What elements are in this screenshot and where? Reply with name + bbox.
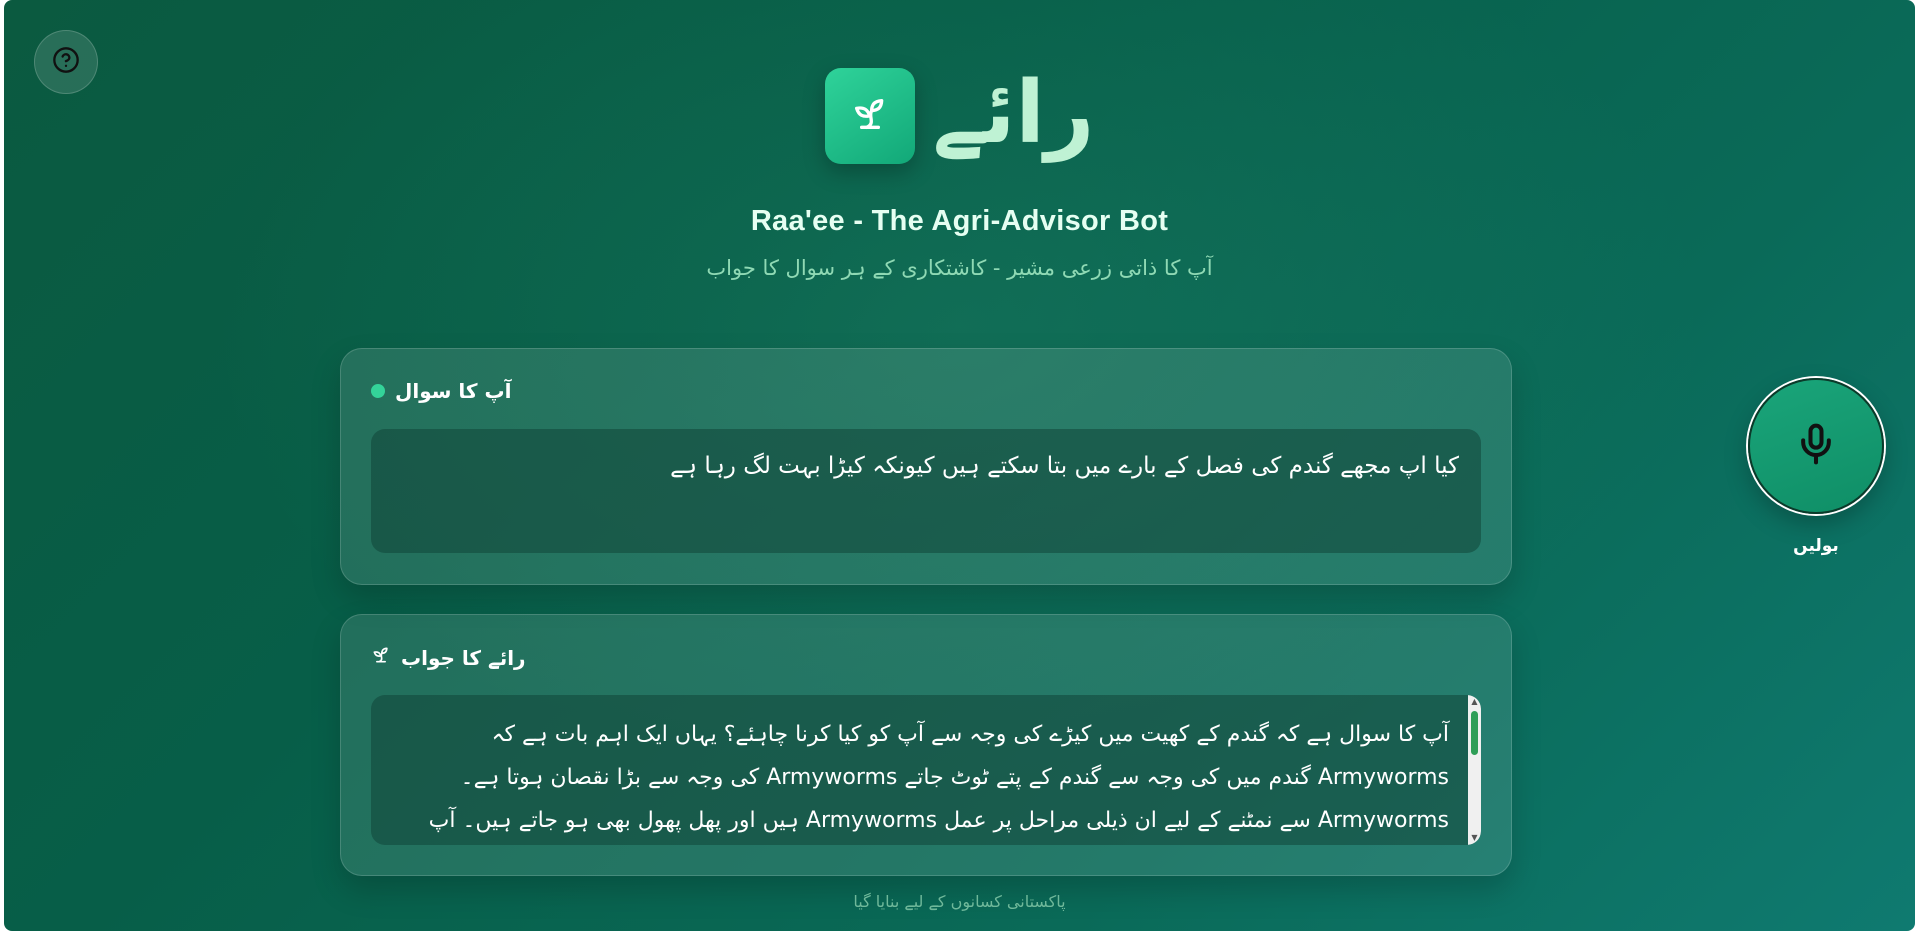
answer-card: رائے کا جواب آپ کا سوال ہے کہ گندم کے کھ… [340, 614, 1512, 876]
answer-box[interactable]: آپ کا سوال ہے کہ گندم کے کھیت میں کیڑے ک… [371, 695, 1481, 845]
question-card: آپ کا سوال کیا اپ مجھے گندم کی فصل کے با… [340, 348, 1512, 585]
logo: رائے [4, 68, 1915, 164]
microphone-icon [1794, 419, 1838, 473]
page-subtitle: آپ کا ذاتی زرعی مشیر - کاشتکاری کے ہر سو… [706, 256, 1213, 280]
scroll-up-arrow[interactable]: ▲ [1468, 696, 1481, 708]
answer-text: آپ کا سوال ہے کہ گندم کے کھیت میں کیڑے ک… [428, 722, 1449, 833]
app-window: رائے Raa'ee - The Agri-Advisor Bot آپ کا… [4, 0, 1915, 931]
question-text: کیا اپ مجھے گندم کی فصل کے بارے میں بتا … [670, 453, 1459, 479]
logo-tile [824, 68, 915, 164]
mic-button[interactable] [1748, 378, 1884, 514]
answer-scrollbar[interactable]: ▲ ▼ [1468, 695, 1481, 845]
logo-text: رائے [932, 63, 1095, 163]
page-title: Raa'ee - The Agri-Advisor Bot [750, 205, 1169, 237]
answer-card-label: رائے کا جواب [401, 645, 526, 670]
question-card-label: آپ کا سوال [395, 379, 512, 403]
status-dot-icon [371, 384, 385, 398]
question-card-header: آپ کا سوال [371, 379, 511, 403]
scroll-thumb[interactable] [1471, 711, 1478, 755]
question-box[interactable]: کیا اپ مجھے گندم کی فصل کے بارے میں بتا … [371, 429, 1481, 553]
sprout-icon [850, 94, 890, 138]
answer-card-header: رائے کا جواب [371, 645, 526, 670]
mic-control: بولیں [1748, 378, 1884, 556]
scroll-down-arrow[interactable]: ▼ [1468, 832, 1481, 844]
sprout-icon [371, 645, 391, 670]
mic-label: بولیں [1793, 536, 1839, 556]
footer-text: پاکستانی کسانوں کے لیے بنایا گیا [853, 892, 1066, 911]
